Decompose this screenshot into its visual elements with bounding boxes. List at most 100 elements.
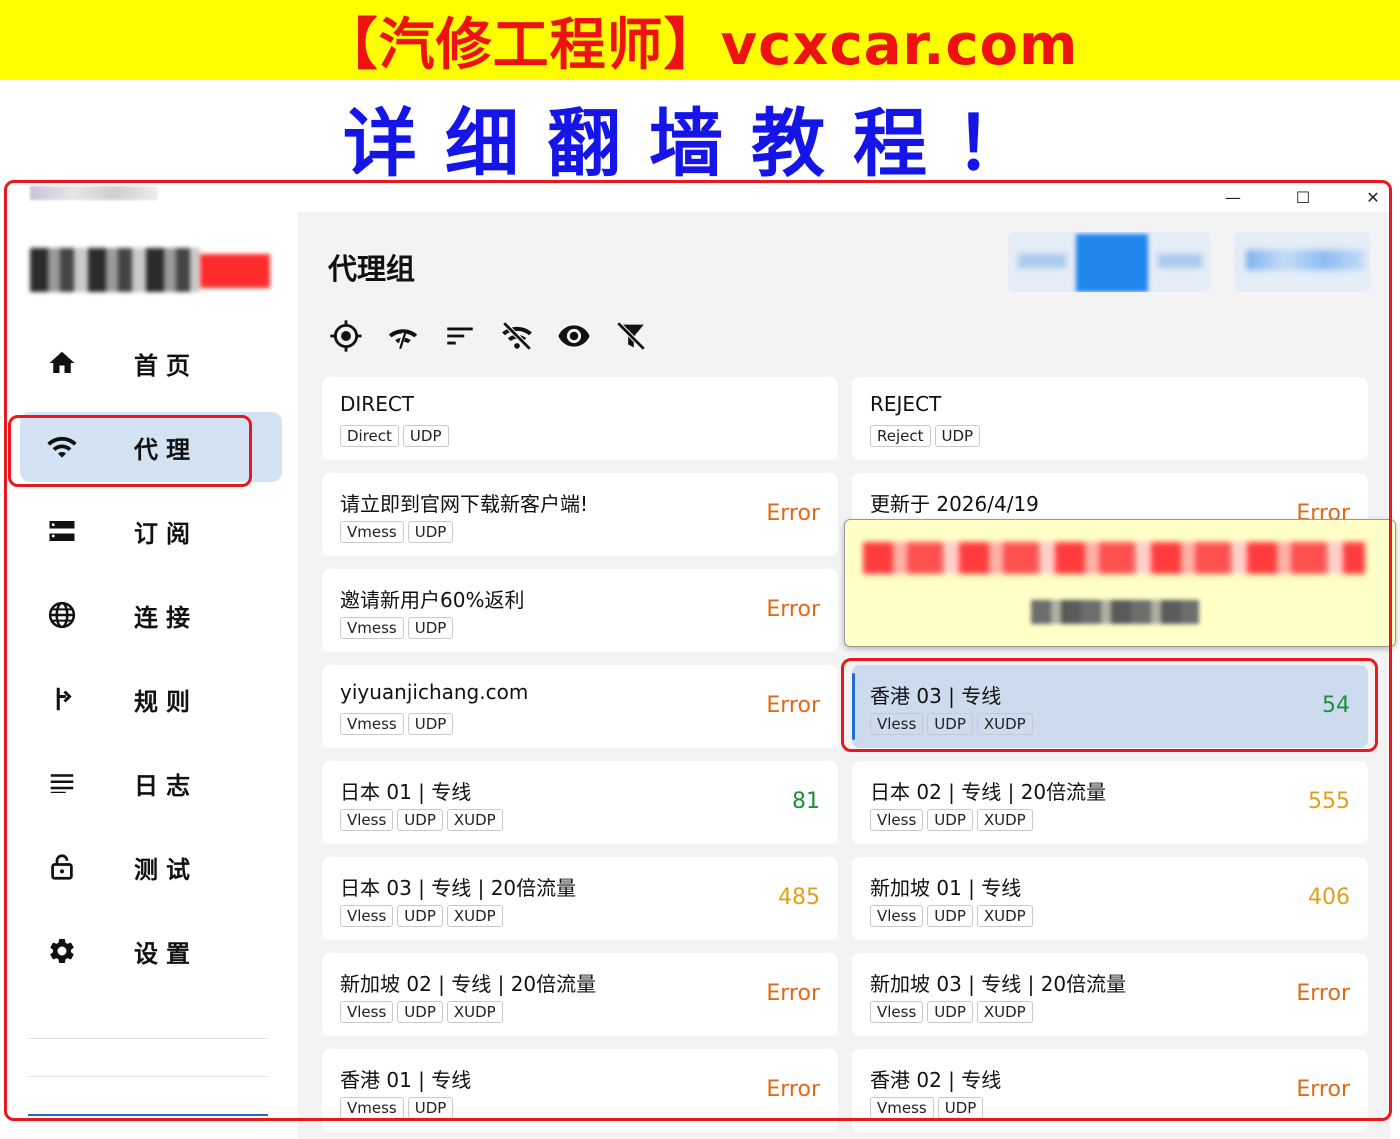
sidebar-item-label: 代理 bbox=[134, 435, 198, 464]
filter-off-icon[interactable] bbox=[613, 318, 649, 354]
sidebar-item-label: 测试 bbox=[134, 855, 198, 884]
proxy-card[interactable]: 邀请新用户60%返利 Vmess UDP Error bbox=[322, 569, 838, 652]
proxy-tag: Vmess bbox=[870, 1097, 934, 1119]
proxy-tags: Reject UDP bbox=[870, 425, 981, 447]
proxy-card[interactable]: DIRECT Direct UDP bbox=[322, 377, 838, 460]
proxy-tags: Vless UDP XUDP bbox=[870, 905, 1033, 927]
proxy-delay[interactable]: Error bbox=[766, 597, 820, 622]
sidebar-item-rules[interactable]: 规则 bbox=[20, 664, 282, 734]
sidebar-item-home[interactable]: 首页 bbox=[20, 328, 282, 398]
proxy-tag: Vless bbox=[870, 713, 924, 735]
sidebar-item-label: 连接 bbox=[134, 603, 198, 632]
proxy-name: yiyuanjichang.com bbox=[340, 680, 529, 704]
proxy-tags: Vless UDP XUDP bbox=[340, 905, 503, 927]
proxy-card[interactable]: 日本 03 | 专线 | 20倍流量 Vless UDP XUDP 485 bbox=[322, 857, 838, 940]
proxy-card[interactable]: 香港 01 | 专线 Vmess UDP Error bbox=[322, 1049, 838, 1132]
proxy-delay[interactable]: Error bbox=[766, 981, 820, 1006]
gear-icon bbox=[44, 933, 80, 969]
proxy-card[interactable]: 新加坡 01 | 专线 Vless UDP XUDP 406 bbox=[852, 857, 1368, 940]
proxy-tooltip bbox=[844, 519, 1396, 647]
speed-test-icon[interactable] bbox=[385, 318, 421, 354]
page-header: 代理组 bbox=[298, 212, 1390, 306]
proxy-name: 邀请新用户60%返利 bbox=[340, 588, 525, 612]
proxy-tags: Vless UDP XUDP bbox=[870, 1001, 1033, 1023]
proxy-name: REJECT bbox=[870, 392, 942, 416]
eye-icon[interactable] bbox=[556, 318, 592, 354]
sidebar-divider bbox=[28, 1038, 268, 1039]
proxy-card[interactable]: 香港 03 | 专线 Vless UDP XUDP 54 bbox=[852, 665, 1368, 748]
proxy-card[interactable]: REJECT Reject UDP bbox=[852, 377, 1368, 460]
view-switch-redacted[interactable] bbox=[1234, 232, 1370, 292]
proxy-name: DIRECT bbox=[340, 392, 415, 416]
proxy-tag: Vless bbox=[340, 809, 394, 831]
traffic-graph-line bbox=[28, 1114, 268, 1116]
proxy-delay[interactable]: Error bbox=[1296, 1077, 1350, 1102]
sidebar-item-connections[interactable]: 连接 bbox=[20, 580, 282, 650]
locate-icon[interactable] bbox=[328, 318, 364, 354]
wifi-off-icon[interactable] bbox=[499, 318, 535, 354]
proxy-card[interactable]: 新加坡 02 | 专线 | 20倍流量 Vless UDP XUDP Error bbox=[322, 953, 838, 1036]
proxy-tag: Vmess bbox=[340, 521, 404, 543]
sidebar-item-subscription[interactable]: 订阅 bbox=[20, 496, 282, 566]
page-title: 代理组 bbox=[328, 252, 416, 286]
proxy-toolbar bbox=[328, 318, 649, 362]
proxy-delay[interactable]: Error bbox=[1296, 981, 1350, 1006]
proxy-card[interactable]: 请立即到官网下载新客户端! Vmess UDP Error bbox=[322, 473, 838, 556]
lines-icon bbox=[44, 765, 80, 801]
subtitle-text: 详细翻墙教程！ bbox=[343, 100, 1057, 187]
top-banner: 【汽修工程师】vcxcar.com bbox=[0, 0, 1400, 80]
proxy-card[interactable]: 新加坡 03 | 专线 | 20倍流量 Vless UDP XUDP Error bbox=[852, 953, 1368, 1036]
proxy-tag: XUDP bbox=[446, 1001, 503, 1023]
proxy-tag: UDP bbox=[397, 1001, 443, 1023]
maximize-button[interactable]: ☐ bbox=[1280, 182, 1326, 212]
proxy-delay[interactable]: Error bbox=[766, 501, 820, 526]
proxy-name: 日本 02 | 专线 | 20倍流量 bbox=[870, 780, 1107, 804]
sidebar-item-logs[interactable]: 日志 bbox=[20, 748, 282, 818]
sort-icon[interactable] bbox=[442, 318, 478, 354]
proxy-tag: Vless bbox=[870, 1001, 924, 1023]
proxy-delay[interactable]: 81 bbox=[792, 789, 820, 814]
globe-icon bbox=[44, 597, 80, 633]
proxy-delay[interactable]: 555 bbox=[1308, 789, 1350, 814]
title-bar: — ☐ ✕ bbox=[10, 182, 1390, 212]
sidebar-divider bbox=[28, 1076, 268, 1077]
proxy-tag: UDP bbox=[407, 713, 454, 735]
proxy-tag: UDP bbox=[407, 1097, 454, 1119]
proxy-name: 香港 01 | 专线 bbox=[340, 1068, 472, 1092]
mode-switch-redacted[interactable] bbox=[1008, 232, 1210, 292]
proxy-tags: Vless UDP XUDP bbox=[340, 809, 503, 831]
fork-arrow-icon bbox=[44, 681, 80, 717]
sidebar-item-proxy[interactable]: 代理 bbox=[20, 412, 282, 482]
lock-icon bbox=[44, 849, 80, 885]
proxy-tag: UDP bbox=[407, 617, 454, 639]
home-icon bbox=[44, 345, 80, 381]
proxy-tag: XUDP bbox=[976, 809, 1033, 831]
proxy-delay[interactable]: 406 bbox=[1308, 885, 1350, 910]
proxy-card[interactable]: 日本 01 | 专线 Vless UDP XUDP 81 bbox=[322, 761, 838, 844]
proxy-tag: UDP bbox=[927, 809, 973, 831]
sidebar-item-label: 订阅 bbox=[134, 519, 198, 548]
proxy-card[interactable]: 香港 02 | 专线 Vmess UDP Error bbox=[852, 1049, 1368, 1132]
proxy-tags: Vless UDP XUDP bbox=[870, 713, 1033, 735]
proxy-tag: UDP bbox=[407, 521, 454, 543]
proxy-delay[interactable]: Error bbox=[766, 1077, 820, 1102]
proxy-tag: XUDP bbox=[976, 905, 1033, 927]
proxy-tag: Vless bbox=[870, 905, 924, 927]
proxy-tags: Vmess UDP bbox=[340, 521, 454, 543]
proxy-tags: Vless UDP XUDP bbox=[340, 1001, 503, 1023]
proxy-delay[interactable]: 54 bbox=[1322, 693, 1350, 718]
proxy-tag: XUDP bbox=[976, 713, 1033, 735]
subtitle-banner: 详细翻墙教程！ bbox=[0, 92, 1400, 187]
sidebar: 首页 代理 订阅 连接 规则 日志 测试 设置 bbox=[10, 212, 298, 1139]
close-button[interactable]: ✕ bbox=[1350, 182, 1390, 212]
proxy-card[interactable]: 日本 02 | 专线 | 20倍流量 Vless UDP XUDP 555 bbox=[852, 761, 1368, 844]
proxy-delay[interactable]: Error bbox=[766, 693, 820, 718]
sidebar-item-settings[interactable]: 设置 bbox=[20, 916, 282, 986]
proxy-tags: Vless UDP XUDP bbox=[870, 809, 1033, 831]
tooltip-subtext-redacted bbox=[1031, 600, 1199, 624]
sidebar-item-test[interactable]: 测试 bbox=[20, 832, 282, 902]
minimize-button[interactable]: — bbox=[1210, 182, 1256, 212]
proxy-delay[interactable]: 485 bbox=[778, 885, 820, 910]
app-window: — ☐ ✕ 首页 代理 订阅 连接 规则 日志 测试 设置 代理组 DIRECT… bbox=[10, 182, 1390, 1139]
proxy-card[interactable]: yiyuanjichang.com Vmess UDP Error bbox=[322, 665, 838, 748]
